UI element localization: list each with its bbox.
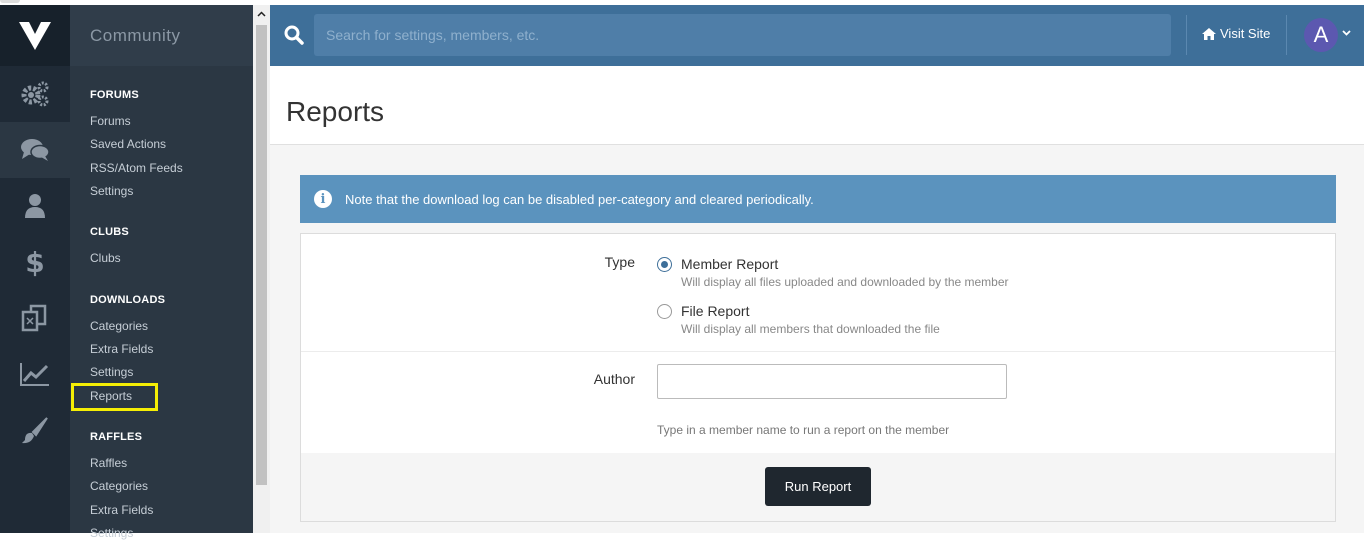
nav-saved-actions[interactable]: Saved Actions (90, 137, 166, 151)
nav-downloads-categories[interactable]: Categories (90, 319, 148, 333)
avatar[interactable]: A (1304, 18, 1338, 52)
header-divider-2 (1286, 15, 1287, 55)
run-report-button[interactable]: Run Report (765, 467, 871, 506)
member-report-label[interactable]: Member Report (681, 256, 778, 272)
nav-downloads-extra-fields[interactable]: Extra Fields (90, 342, 153, 356)
nav-raffles-extra-fields[interactable]: Extra Fields (90, 503, 153, 517)
rail-members[interactable] (0, 178, 70, 234)
chevron-up-icon (257, 10, 266, 17)
visit-site-link[interactable]: Visit Site (1202, 26, 1270, 41)
page-title: Reports (286, 96, 385, 127)
member-report-desc: Will display all files uploaded and down… (681, 275, 1009, 289)
file-report-radio[interactable] (657, 304, 672, 319)
user-icon (25, 194, 45, 218)
chevron-down-icon[interactable] (1342, 30, 1351, 36)
search-input[interactable] (314, 14, 1171, 56)
nav-forums[interactable]: Forums (90, 114, 131, 128)
brush-icon (22, 417, 48, 444)
rail-system[interactable] (0, 66, 70, 122)
info-notice: i Note that the download log can be disa… (300, 175, 1336, 223)
nav-clubs[interactable]: Clubs (90, 251, 121, 265)
member-report-radio[interactable] (657, 257, 672, 272)
nav-raffles-settings[interactable]: Settings (90, 526, 133, 540)
form-footer: Run Report (301, 453, 1335, 521)
author-input[interactable] (657, 364, 1007, 399)
group-title-forums: FORUMS (90, 89, 139, 101)
nav-forums-settings[interactable]: Settings (90, 184, 133, 198)
author-row: Author Type in a member name to run a re… (301, 352, 1335, 453)
home-icon (1202, 27, 1216, 40)
rail-pages[interactable] (0, 290, 70, 346)
header-divider (1186, 15, 1187, 55)
group-title-raffles: RAFFLES (90, 431, 143, 443)
type-row: Type Member Report Will display all file… (301, 234, 1335, 352)
rail-stats[interactable] (0, 346, 70, 402)
report-form: Type Member Report Will display all file… (300, 233, 1336, 522)
sidebar-scrollbar[interactable] (253, 5, 270, 533)
nav-rss-feeds[interactable]: RSS/Atom Feeds (90, 161, 183, 175)
nav-downloads-settings[interactable]: Settings (90, 365, 133, 379)
chat-icon (21, 139, 50, 161)
scroll-thumb[interactable] (256, 25, 267, 485)
subnav-title: Community (70, 5, 253, 66)
author-hint: Type in a member name to run a report on… (657, 423, 950, 437)
logo-icon (19, 21, 51, 50)
group-title-downloads: DOWNLOADS (90, 294, 166, 306)
type-label: Type (604, 254, 635, 270)
icon-rail: $ (0, 5, 70, 533)
rail-commerce[interactable]: $ (0, 234, 70, 290)
rail-customization[interactable] (0, 402, 70, 458)
main-content: i Note that the download log can be disa… (270, 145, 1364, 533)
sub-navigation: Community FORUMS Forums Saved Actions RS… (70, 5, 253, 540)
nav-raffles-categories[interactable]: Categories (90, 479, 148, 493)
gears-icon (21, 81, 49, 107)
author-label: Author (593, 371, 635, 387)
app-logo[interactable] (0, 5, 70, 66)
visit-site-label: Visit Site (1220, 26, 1271, 41)
dollar-icon: $ (26, 247, 44, 277)
top-bar: Visit Site A (270, 5, 1364, 66)
window-corner (0, 0, 20, 3)
nav-raffles[interactable]: Raffles (90, 456, 127, 470)
chart-icon (20, 363, 49, 386)
scroll-up-arrow[interactable] (253, 5, 270, 22)
group-title-clubs: CLUBS (90, 226, 129, 238)
page-header: Reports (270, 66, 1364, 145)
file-report-label[interactable]: File Report (681, 303, 749, 319)
search-icon[interactable] (284, 25, 304, 45)
clipboard-icon (21, 304, 47, 332)
file-report-desc: Will display all members that downloaded… (681, 322, 940, 336)
reports-highlight-box (71, 383, 158, 411)
notice-text: Note that the download log can be disabl… (345, 191, 814, 207)
rail-community[interactable] (0, 122, 70, 178)
info-icon: i (314, 190, 332, 208)
svg-text:$: $ (26, 247, 44, 277)
